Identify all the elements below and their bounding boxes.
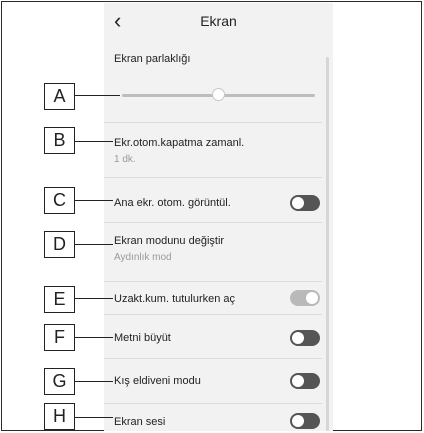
callout-line [74,298,113,299]
remote-hold-on-toggle[interactable] [290,290,320,306]
row-label: Metni büyüt [114,332,171,344]
callout-line [74,337,113,338]
row-remote-hold-on[interactable]: Uzakt.kum. tutulurken aç [104,282,322,314]
winter-glove-mode-toggle[interactable] [290,373,320,389]
row-label: Ekran modunu değiştir [114,235,225,247]
row-sublabel: 1 dk. [114,154,136,165]
callout-line [74,381,113,382]
row-label: Ekran sesi [114,416,166,428]
home-auto-display-toggle[interactable] [290,195,320,211]
callout-line [74,244,113,245]
row-label: Uzakt.kum. tutulurken aç [114,293,236,305]
callout-line [74,200,113,201]
callout-e: E [44,286,75,313]
row-label: Ana ekr. otom. görüntül. [114,197,231,209]
callout-c: C [44,187,75,214]
row-enlarge-text[interactable]: Metni büyüt [104,315,322,358]
row-sublabel: Aydınlık mod [114,252,172,263]
row-winter-glove-mode[interactable]: Kış eldiveni modu [104,359,322,403]
screen-sound-toggle[interactable] [290,413,320,429]
callout-h: H [44,403,75,430]
row-display-mode[interactable]: Ekran modunu değiştir Aydınlık mod [104,223,322,281]
callout-b: B [44,127,75,154]
enlarge-text-toggle[interactable] [290,330,320,346]
screen-header: ‹ Ekran [104,3,333,43]
row-label: Kış eldiveni modu [114,375,201,387]
brightness-label: Ekran parlaklığı [114,53,191,65]
display-screen: ‹ Ekran Ekran parlaklığı Ekr.otom.kapatm… [104,3,333,431]
row-auto-screen-off[interactable]: Ekr.otom.kapatma zamanl. 1 dk. [104,123,322,177]
callout-f: F [44,324,75,351]
figure-frame: ‹ Ekran Ekran parlaklığı Ekr.otom.kapatm… [1,1,422,431]
scrollbar[interactable] [326,57,329,431]
callout-line [74,95,120,96]
brightness-slider-thumb[interactable] [212,88,225,101]
row-label: Ekr.otom.kapatma zamanl. [114,137,245,149]
callout-line [74,141,113,142]
row-home-auto-display[interactable]: Ana ekr. otom. görüntül. [104,178,322,222]
callout-d: D [44,231,75,258]
callout-a: A [44,83,75,110]
row-screen-sound[interactable]: Ekran sesi [104,404,322,431]
callout-line [74,417,113,418]
callout-g: G [44,368,75,395]
page-title: Ekran [200,13,237,29]
